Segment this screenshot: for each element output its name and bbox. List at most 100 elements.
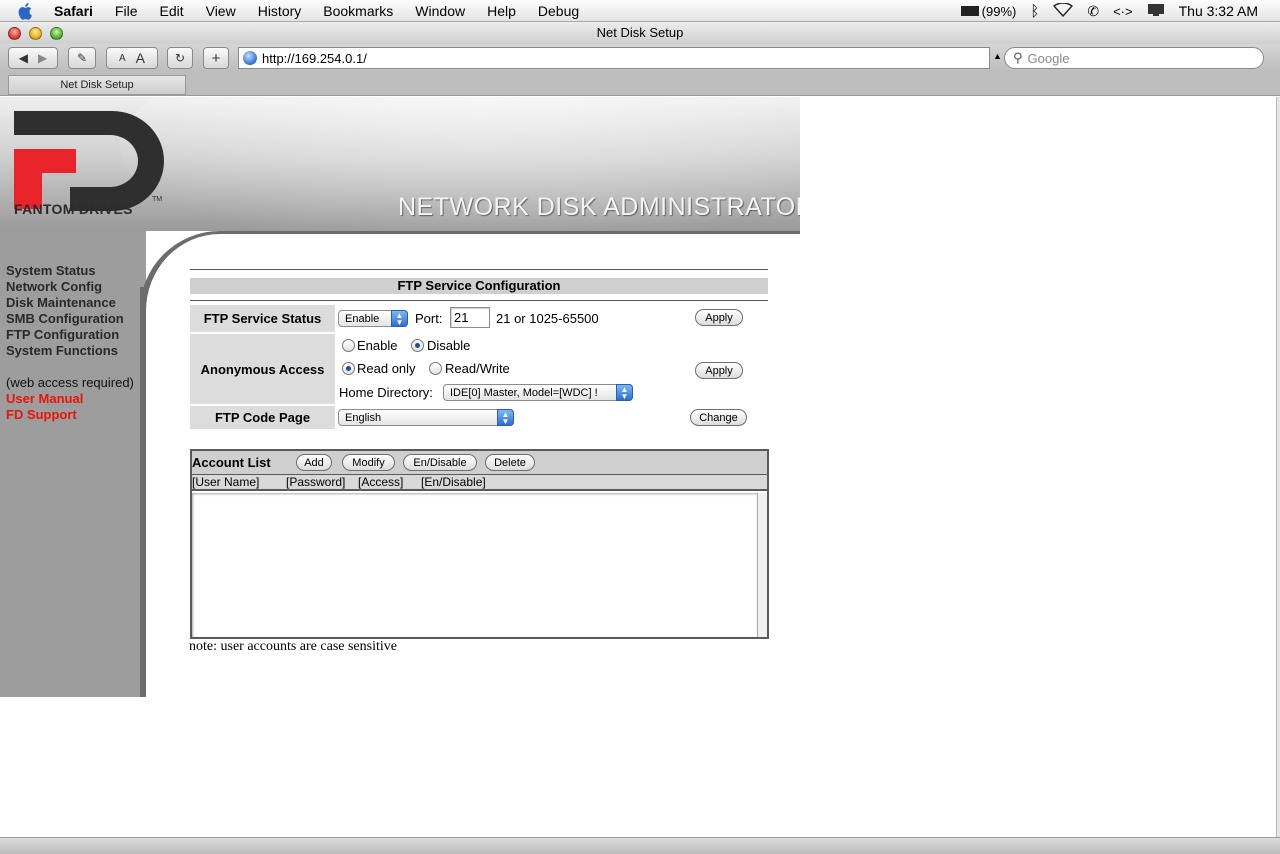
home-directory-value: IDE[0] Master, Model=[WDC] ! [450,386,598,399]
account-case-note: note: user accounts are case sensitive [189,639,397,654]
search-placeholder: Google [1027,50,1070,66]
battery-icon [960,6,979,16]
nav-user-manual[interactable]: User Manual [6,391,134,407]
menu-history[interactable]: History [258,3,302,19]
nav-system-status[interactable]: System Status [6,263,134,279]
web-page: TM FANTOM DRIVES NETWORK DISK ADMINISTRA… [0,97,1276,837]
apple-menu-icon[interactable] [18,2,38,20]
pencil-icon: ✎ [76,51,88,65]
header-banner: TM FANTOM DRIVES NETWORK DISK ADMINISTRA… [0,97,800,231]
text-bigger-button[interactable]: A [136,50,145,66]
airport-wifi-icon[interactable] [1053,1,1074,20]
select-arrows-icon: ▲ ▼ [497,409,514,426]
anonymous-disable-radio[interactable] [411,339,424,352]
ftp-code-page-value: English [345,411,382,424]
add-bookmark-button[interactable]: + [203,47,229,69]
delete-account-button[interactable]: Delete [485,454,535,471]
battery-indicator[interactable]: (99%) [960,4,1016,19]
display-icon[interactable] [1147,3,1165,20]
account-list-columns: [User Name] [Password] [Access] [En/Disa… [192,475,767,491]
nav-disk-maintenance[interactable]: Disk Maintenance [6,295,134,311]
menu-clock[interactable]: Thu 3:32 AM [1179,3,1258,19]
port-label: Port: [415,311,443,326]
account-list-scrollbar[interactable] [758,493,767,637]
window-title: Net Disk Setup [596,25,684,40]
globe-icon [243,51,257,65]
phone-icon[interactable]: ✆ [1087,3,1099,20]
nav-smb-configuration[interactable]: SMB Configuration [6,311,134,327]
ftp-service-status-row: FTP Service Status Enable ▲ ▼ Port: 21 21… [190,305,768,332]
nav-fd-support[interactable]: FD Support [6,407,134,423]
en-disable-account-button[interactable]: En/Disable [403,454,477,471]
zoom-window-button[interactable] [50,27,63,40]
read-write-radio[interactable] [429,362,442,375]
bug-report-button[interactable]: ✎ [68,47,96,69]
nav-ftp-configuration[interactable]: FTP Configuration [6,327,134,343]
network-icon[interactable]: <·> [1113,4,1133,19]
page-scrollbar[interactable] [1276,97,1280,837]
banner-title: NETWORK DISK ADMINISTRATOR [398,193,800,221]
add-account-button[interactable]: Add [296,454,332,471]
web-access-note: (web access required) [6,375,134,390]
menu-bookmarks[interactable]: Bookmarks [323,3,393,19]
back-forward-buttons[interactable]: ◀ ▶ [8,47,58,69]
modify-account-button[interactable]: Modify [342,454,395,471]
read-only-label[interactable]: Read only [357,361,416,376]
port-input[interactable]: 21 [450,307,490,328]
reload-button[interactable]: ↻ [167,47,193,69]
nav-network-config[interactable]: Network Config [6,279,134,295]
account-list-box[interactable] [192,493,758,637]
column-password: [Password] [286,475,346,489]
anonymous-enable-label[interactable]: Enable [357,338,397,353]
logo-wordmark: FANTOM DRIVES [14,201,133,217]
apply-service-status-button[interactable]: Apply [695,309,743,326]
menu-app-safari[interactable]: Safari [54,3,93,19]
section-divider [190,300,768,301]
menu-window[interactable]: Window [415,3,465,19]
menu-edit[interactable]: Edit [159,3,183,19]
menu-view[interactable]: View [206,3,236,19]
home-directory-select[interactable]: IDE[0] Master, Model=[WDC] ! ▲ ▼ [443,384,633,401]
bluetooth-icon[interactable]: ᛒ [1030,3,1039,20]
change-code-page-button[interactable]: Change [690,409,747,426]
menu-extras: (99%) ᛒ ✆ <·> Thu 3:32 AM [960,0,1280,22]
read-only-radio[interactable] [342,362,355,375]
tab-bar: Net Disk Setup [0,72,1280,96]
nav-system-functions[interactable]: System Functions [6,343,134,359]
anonymous-disable-label[interactable]: Disable [427,338,470,353]
minimize-window-button[interactable] [29,27,42,40]
back-arrow-icon[interactable]: ◀ [19,51,28,65]
snapback-icon[interactable]: ▲ [993,51,1002,61]
sidebar-nav: System Status Network Config Disk Mainte… [6,263,134,423]
tab-net-disk-setup[interactable]: Net Disk Setup [8,75,186,95]
google-search-field[interactable]: ⚲ Google [1004,47,1264,69]
close-window-button[interactable] [8,27,21,40]
forward-arrow-icon[interactable]: ▶ [38,51,47,65]
read-write-label[interactable]: Read/Write [445,361,510,376]
ftp-service-status-label: FTP Service Status [190,305,335,332]
address-text[interactable]: http://169.254.0.1/ [262,51,367,66]
column-en-disable: [En/Disable] [421,475,486,489]
account-list-panel: Account List Add Modify En/Disable Delet… [190,449,769,639]
select-arrows-icon: ▲ ▼ [616,384,633,401]
select-arrows-icon: ▲ ▼ [391,310,408,327]
ftp-service-status-value: Enable [345,312,380,325]
column-access: [Access] [358,475,404,489]
apply-anonymous-button[interactable]: Apply [695,362,743,379]
text-smaller-button[interactable]: A [119,53,126,64]
ftp-config-panel: FTP Service Configuration FTP Service St… [190,267,768,447]
text-size-buttons[interactable]: A A [106,47,158,69]
ftp-service-status-select[interactable]: Enable ▲ ▼ [338,310,408,327]
ftp-code-page-row: FTP Code Page English ▲ ▼ Change [190,406,768,429]
ftp-code-page-label: FTP Code Page [190,406,335,429]
anonymous-enable-radio[interactable] [342,339,355,352]
column-user-name: [User Name] [192,475,260,489]
menu-file[interactable]: File [115,3,138,19]
address-field[interactable]: http://169.254.0.1/ [238,47,990,69]
menu-bar: Safari File Edit View History Bookmarks … [0,0,1280,22]
browser-toolbar: ◀ ▶ ✎ A A ↻ + http://169.254.0.1/ ▲ ⚲ Go… [0,44,1280,72]
menu-help[interactable]: Help [487,3,516,19]
ftp-code-page-select[interactable]: English ▲ ▼ [338,409,514,426]
window-titlebar: Net Disk Setup [0,22,1280,44]
menu-debug[interactable]: Debug [538,3,579,19]
